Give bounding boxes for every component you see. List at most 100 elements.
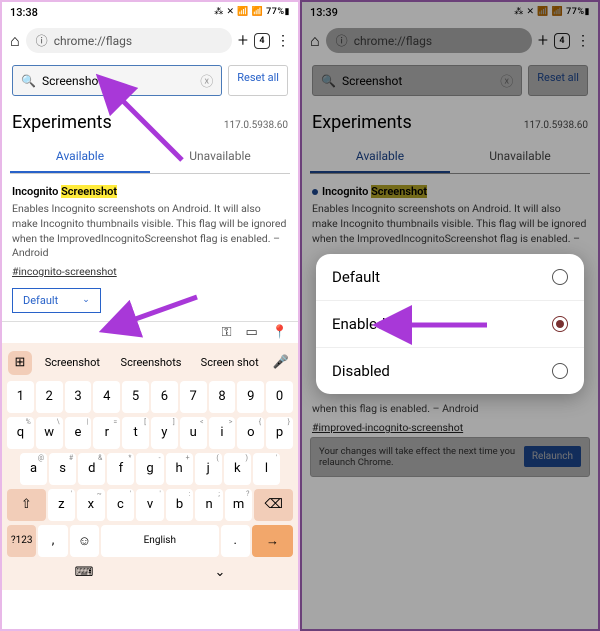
key[interactable]: -g: [136, 453, 163, 485]
search-value: Screenshot: [42, 74, 102, 88]
key[interactable]: &d: [78, 453, 105, 485]
flag-anchor-link[interactable]: #incognito-screenshot: [12, 265, 117, 280]
keyboard-collapse-icon[interactable]: ⌄: [215, 565, 226, 580]
key[interactable]: 0: [266, 381, 293, 413]
reset-all-button[interactable]: Reset all: [228, 65, 288, 96]
flag-dropdown[interactable]: Default ⌄: [12, 288, 101, 313]
flag-title: Incognito Screenshot: [12, 184, 288, 199]
key[interactable]: 5: [122, 381, 149, 413]
shift-key[interactable]: ⇧: [7, 489, 46, 521]
key[interactable]: (j: [195, 453, 222, 485]
key[interactable]: %q: [7, 417, 34, 449]
key-row-5: ?123 , ☺ English . →: [6, 523, 294, 559]
emoji-key[interactable]: ☺: [70, 525, 99, 557]
clear-icon[interactable]: ⓧ: [200, 71, 213, 90]
dropdown-popup: Default Enabled Disabled: [316, 254, 584, 394]
key[interactable]: 7: [180, 381, 207, 413]
experiments-header: Experiments 117.0.5938.60: [2, 102, 298, 137]
chevron-down-icon: ⌄: [82, 295, 90, 305]
key[interactable]: >i: [209, 417, 236, 449]
period-key[interactable]: .: [221, 525, 250, 557]
key[interactable]: <u: [180, 417, 207, 449]
left-screenshot: 13:38 ⁂ ✕ 📶 📶 77%▮ ⌂ ⓘ chrome://flags + …: [0, 0, 300, 631]
suggestion-1[interactable]: Screenshot: [34, 352, 111, 373]
key[interactable]: 2: [36, 381, 63, 413]
space-key[interactable]: English: [101, 525, 218, 557]
keyboard-settings-icon[interactable]: ⌨: [75, 565, 94, 580]
experiments-title: Experiments: [12, 112, 112, 133]
search-row: 🔍 Screenshot ⓧ Reset all: [2, 59, 298, 102]
key[interactable]: {o: [237, 417, 264, 449]
search-icon: 🔍: [21, 74, 36, 88]
new-tab-icon[interactable]: +: [238, 30, 248, 51]
option-default[interactable]: Default: [316, 254, 584, 301]
tab-unavailable[interactable]: Unavailable: [150, 141, 290, 173]
keyboard-accessory: ⚿ ▭ 📍: [2, 321, 298, 343]
key[interactable]: 4: [93, 381, 120, 413]
key[interactable]: #s: [49, 453, 76, 485]
key[interactable]: 'v: [136, 489, 164, 521]
key[interactable]: 6: [151, 381, 178, 413]
radio-icon: [552, 363, 568, 379]
key[interactable]: 1: [7, 381, 34, 413]
sticker-icon[interactable]: ⊞: [8, 351, 32, 375]
url-bar[interactable]: ⓘ chrome://flags: [26, 28, 232, 53]
radio-icon: [552, 269, 568, 285]
suggestion-3[interactable]: Screen shot: [191, 352, 268, 373]
status-time: 13:38: [10, 6, 38, 19]
option-label: Enabled: [332, 315, 385, 333]
key[interactable]: ~x: [77, 489, 105, 521]
key[interactable]: 'z: [48, 489, 76, 521]
enter-key[interactable]: →: [252, 525, 293, 557]
password-icon[interactable]: ⚿: [222, 325, 232, 340]
location-icon[interactable]: 📍: [272, 325, 288, 340]
key[interactable]: 'c: [107, 489, 135, 521]
key[interactable]: [t: [122, 417, 149, 449]
status-icons: ⁂ ✕ 📶 📶 77%▮: [214, 7, 290, 17]
tab-switcher[interactable]: 4: [254, 33, 270, 49]
key[interactable]: :b: [166, 489, 194, 521]
flags-search-input[interactable]: 🔍 Screenshot ⓧ: [12, 65, 222, 96]
info-icon: ⓘ: [36, 32, 48, 49]
url-text: chrome://flags: [54, 34, 132, 48]
key-row-3: @a#s&d*f-g+h(j)k'l: [6, 451, 294, 487]
key[interactable]: 3: [65, 381, 92, 413]
key[interactable]: ?m: [225, 489, 253, 521]
mic-icon[interactable]: 🎤: [270, 355, 292, 370]
key[interactable]: }p: [266, 417, 293, 449]
key-row-4: ⇧ 'z~x'c'v:b;n?m ⌫: [6, 487, 294, 523]
key[interactable]: *f: [107, 453, 134, 485]
key[interactable]: \w: [36, 417, 63, 449]
tab-available[interactable]: Available: [10, 141, 150, 173]
soft-keyboard: ⊞ Screenshot Screenshots Screen shot 🎤 1…: [2, 343, 298, 590]
numbers-key[interactable]: ?123: [7, 525, 36, 557]
version-text: 117.0.5938.60: [224, 120, 288, 131]
suggestion-2[interactable]: Screenshots: [113, 352, 190, 373]
radio-icon-selected: [552, 316, 568, 332]
tabs: Available Unavailable: [10, 141, 290, 174]
dropdown-value: Default: [23, 294, 58, 307]
option-enabled[interactable]: Enabled: [316, 301, 584, 348]
option-disabled[interactable]: Disabled: [316, 348, 584, 394]
key[interactable]: )k: [224, 453, 251, 485]
status-bar: 13:38 ⁂ ✕ 📶 📶 77%▮: [2, 2, 298, 22]
home-icon[interactable]: ⌂: [10, 31, 20, 51]
card-icon[interactable]: ▭: [246, 325, 258, 340]
key[interactable]: =r: [93, 417, 120, 449]
menu-icon[interactable]: ⋮: [276, 33, 290, 49]
key[interactable]: 8: [209, 381, 236, 413]
option-label: Disabled: [332, 362, 390, 380]
comma-key[interactable]: ,: [38, 525, 67, 557]
suggestion-bar: ⊞ Screenshot Screenshots Screen shot 🎤: [6, 347, 294, 379]
key[interactable]: +h: [166, 453, 193, 485]
key[interactable]: |e: [65, 417, 92, 449]
key-row-1: 1234567890: [6, 379, 294, 415]
key[interactable]: @a: [20, 453, 47, 485]
key[interactable]: 'l: [253, 453, 280, 485]
flag-item: Incognito Screenshot Enables Incognito s…: [2, 174, 298, 280]
keyboard-bottom: ⌨ ⌄: [6, 559, 294, 582]
key[interactable]: ]y: [151, 417, 178, 449]
backspace-key[interactable]: ⌫: [254, 489, 293, 521]
key[interactable]: 9: [237, 381, 264, 413]
key[interactable]: ;n: [195, 489, 223, 521]
